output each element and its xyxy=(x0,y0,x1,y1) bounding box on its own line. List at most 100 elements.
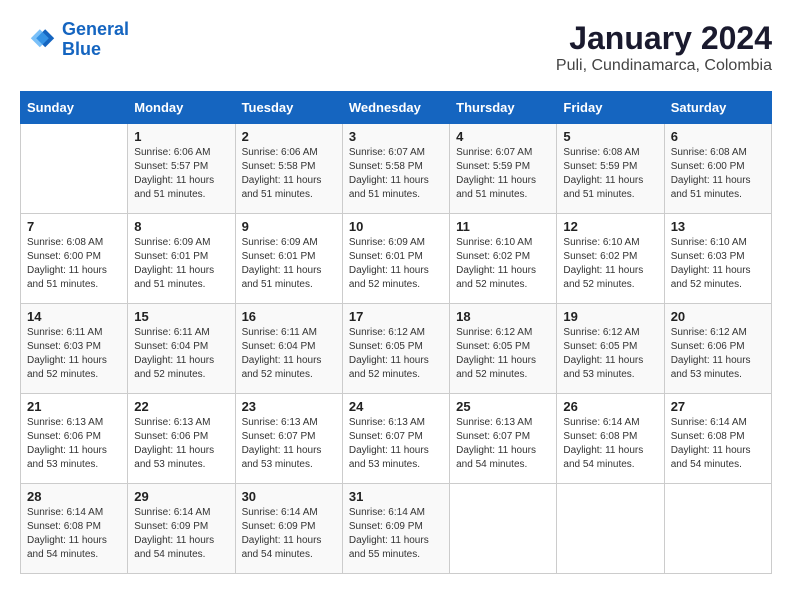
calendar-cell: 5 Sunrise: 6:08 AMSunset: 5:59 PMDaylight… xyxy=(557,124,664,214)
day-info: Sunrise: 6:13 AMSunset: 6:07 PMDaylight:… xyxy=(349,416,443,472)
day-info: Sunrise: 6:10 AMSunset: 6:03 PMDaylight:… xyxy=(671,236,765,292)
day-number: 26 xyxy=(563,399,657,414)
day-number: 11 xyxy=(456,219,550,234)
calendar-cell: 26 Sunrise: 6:14 AMSunset: 6:08 PMDayligh… xyxy=(557,394,664,484)
day-info: Sunrise: 6:09 AMSunset: 6:01 PMDaylight:… xyxy=(349,236,443,292)
calendar-cell: 20 Sunrise: 6:12 AMSunset: 6:06 PMDayligh… xyxy=(664,304,771,394)
calendar-cell: 4 Sunrise: 6:07 AMSunset: 5:59 PMDaylight… xyxy=(450,124,557,214)
calendar-cell: 1Sunrise: 6:06 AMSunset: 5:57 PMDaylight… xyxy=(128,124,235,214)
calendar-cell: 24 Sunrise: 6:13 AMSunset: 6:07 PMDayligh… xyxy=(342,394,449,484)
calendar-cell: 17 Sunrise: 6:12 AMSunset: 6:05 PMDayligh… xyxy=(342,304,449,394)
calendar-cell: 18Sunrise: 6:12 AMSunset: 6:05 PMDayligh… xyxy=(450,304,557,394)
calendar-cell: 12Sunrise: 6:10 AMSunset: 6:02 PMDayligh… xyxy=(557,214,664,304)
calendar-cell xyxy=(557,484,664,574)
day-number: 3 xyxy=(349,129,443,144)
day-header-sunday: Sunday xyxy=(21,92,128,124)
day-info: Sunrise: 6:13 AMSunset: 6:07 PMDaylight:… xyxy=(242,416,336,472)
day-info: Sunrise: 6:10 AMSunset: 6:02 PMDaylight:… xyxy=(456,236,550,292)
day-info: Sunrise: 6:12 AMSunset: 6:05 PMDaylight:… xyxy=(349,326,443,382)
day-number: 8 xyxy=(134,219,228,234)
calendar-header-row: SundayMondayTuesdayWednesdayThursdayFrid… xyxy=(21,92,772,124)
calendar-cell: 7Sunrise: 6:08 AMSunset: 6:00 PMDaylight… xyxy=(21,214,128,304)
day-number: 30 xyxy=(242,489,336,504)
day-number: 5 xyxy=(563,129,657,144)
calendar-cell: 23 Sunrise: 6:13 AMSunset: 6:07 PMDayligh… xyxy=(235,394,342,484)
day-info: Sunrise: 6:08 AMSunset: 5:59 PMDaylight:… xyxy=(563,146,657,202)
calendar-cell: 27Sunrise: 6:14 AMSunset: 6:08 PMDayligh… xyxy=(664,394,771,484)
day-info: Sunrise: 6:08 AMSunset: 6:00 PMDaylight:… xyxy=(671,146,765,202)
day-info: Sunrise: 6:09 AMSunset: 6:01 PMDaylight:… xyxy=(134,236,228,292)
logo: General Blue xyxy=(20,20,129,60)
day-number: 31 xyxy=(349,489,443,504)
day-info: Sunrise: 6:06 AMSunset: 5:58 PMDaylight:… xyxy=(242,146,336,202)
day-number: 13 xyxy=(671,219,765,234)
day-info: Sunrise: 6:07 AMSunset: 5:59 PMDaylight:… xyxy=(456,146,550,202)
calendar-cell: 25Sunrise: 6:13 AMSunset: 6:07 PMDayligh… xyxy=(450,394,557,484)
day-info: Sunrise: 6:14 AMSunset: 6:09 PMDaylight:… xyxy=(349,506,443,562)
week-row-2: 7Sunrise: 6:08 AMSunset: 6:00 PMDaylight… xyxy=(21,214,772,304)
day-number: 20 xyxy=(671,309,765,324)
day-number: 15 xyxy=(134,309,228,324)
day-header-tuesday: Tuesday xyxy=(235,92,342,124)
month-year: January 2024 xyxy=(556,20,772,57)
day-number: 2 xyxy=(242,129,336,144)
day-number: 25 xyxy=(456,399,550,414)
calendar-cell xyxy=(664,484,771,574)
calendar-cell: 11 Sunrise: 6:10 AMSunset: 6:02 PMDayligh… xyxy=(450,214,557,304)
day-header-thursday: Thursday xyxy=(450,92,557,124)
day-number: 21 xyxy=(27,399,121,414)
week-row-4: 21 Sunrise: 6:13 AMSunset: 6:06 PMDayligh… xyxy=(21,394,772,484)
day-header-monday: Monday xyxy=(128,92,235,124)
calendar-cell: 21 Sunrise: 6:13 AMSunset: 6:06 PMDayligh… xyxy=(21,394,128,484)
calendar-cell xyxy=(21,124,128,214)
day-info: Sunrise: 6:13 AMSunset: 6:06 PMDaylight:… xyxy=(27,416,121,472)
day-number: 29 xyxy=(134,489,228,504)
day-info: Sunrise: 6:11 AMSunset: 6:04 PMDaylight:… xyxy=(242,326,336,382)
day-number: 9 xyxy=(242,219,336,234)
calendar-cell: 6Sunrise: 6:08 AMSunset: 6:00 PMDaylight… xyxy=(664,124,771,214)
day-number: 22 xyxy=(134,399,228,414)
title-block: January 2024 Puli, Cundinamarca, Colombi… xyxy=(556,20,772,75)
day-number: 4 xyxy=(456,129,550,144)
day-info: Sunrise: 6:11 AMSunset: 6:03 PMDaylight:… xyxy=(27,326,121,382)
calendar-cell: 9 Sunrise: 6:09 AMSunset: 6:01 PMDaylight… xyxy=(235,214,342,304)
day-info: Sunrise: 6:07 AMSunset: 5:58 PMDaylight:… xyxy=(349,146,443,202)
day-header-wednesday: Wednesday xyxy=(342,92,449,124)
day-info: Sunrise: 6:11 AMSunset: 6:04 PMDaylight:… xyxy=(134,326,228,382)
day-info: Sunrise: 6:12 AMSunset: 6:06 PMDaylight:… xyxy=(671,326,765,382)
calendar-cell: 22Sunrise: 6:13 AMSunset: 6:06 PMDayligh… xyxy=(128,394,235,484)
page-header: General Blue January 2024 Puli, Cundinam… xyxy=(20,20,772,75)
day-info: Sunrise: 6:10 AMSunset: 6:02 PMDaylight:… xyxy=(563,236,657,292)
day-number: 16 xyxy=(242,309,336,324)
day-info: Sunrise: 6:14 AMSunset: 6:09 PMDaylight:… xyxy=(242,506,336,562)
day-number: 10 xyxy=(349,219,443,234)
day-header-friday: Friday xyxy=(557,92,664,124)
day-number: 14 xyxy=(27,309,121,324)
calendar-cell: 15 Sunrise: 6:11 AMSunset: 6:04 PMDayligh… xyxy=(128,304,235,394)
day-number: 19 xyxy=(563,309,657,324)
calendar-cell: 14 Sunrise: 6:11 AMSunset: 6:03 PMDayligh… xyxy=(21,304,128,394)
calendar-cell: 29 Sunrise: 6:14 AMSunset: 6:09 PMDayligh… xyxy=(128,484,235,574)
day-number: 18 xyxy=(456,309,550,324)
week-row-5: 28 Sunrise: 6:14 AMSunset: 6:08 PMDayligh… xyxy=(21,484,772,574)
location: Puli, Cundinamarca, Colombia xyxy=(556,57,772,75)
day-info: Sunrise: 6:09 AMSunset: 6:01 PMDaylight:… xyxy=(242,236,336,292)
day-info: Sunrise: 6:14 AMSunset: 6:08 PMDaylight:… xyxy=(27,506,121,562)
day-number: 28 xyxy=(27,489,121,504)
calendar-table: SundayMondayTuesdayWednesdayThursdayFrid… xyxy=(20,91,772,574)
calendar-cell: 16 Sunrise: 6:11 AMSunset: 6:04 PMDayligh… xyxy=(235,304,342,394)
day-info: Sunrise: 6:06 AMSunset: 5:57 PMDaylight:… xyxy=(134,146,228,202)
day-info: Sunrise: 6:14 AMSunset: 6:08 PMDaylight:… xyxy=(563,416,657,472)
week-row-3: 14 Sunrise: 6:11 AMSunset: 6:03 PMDayligh… xyxy=(21,304,772,394)
calendar-body: 1Sunrise: 6:06 AMSunset: 5:57 PMDaylight… xyxy=(21,124,772,574)
day-info: Sunrise: 6:14 AMSunset: 6:08 PMDaylight:… xyxy=(671,416,765,472)
day-info: Sunrise: 6:14 AMSunset: 6:09 PMDaylight:… xyxy=(134,506,228,562)
calendar-cell: 3 Sunrise: 6:07 AMSunset: 5:58 PMDaylight… xyxy=(342,124,449,214)
day-number: 7 xyxy=(27,219,121,234)
calendar-cell xyxy=(450,484,557,574)
logo-icon xyxy=(20,22,56,58)
day-number: 23 xyxy=(242,399,336,414)
day-number: 17 xyxy=(349,309,443,324)
calendar-cell: 31 Sunrise: 6:14 AMSunset: 6:09 PMDayligh… xyxy=(342,484,449,574)
day-number: 24 xyxy=(349,399,443,414)
